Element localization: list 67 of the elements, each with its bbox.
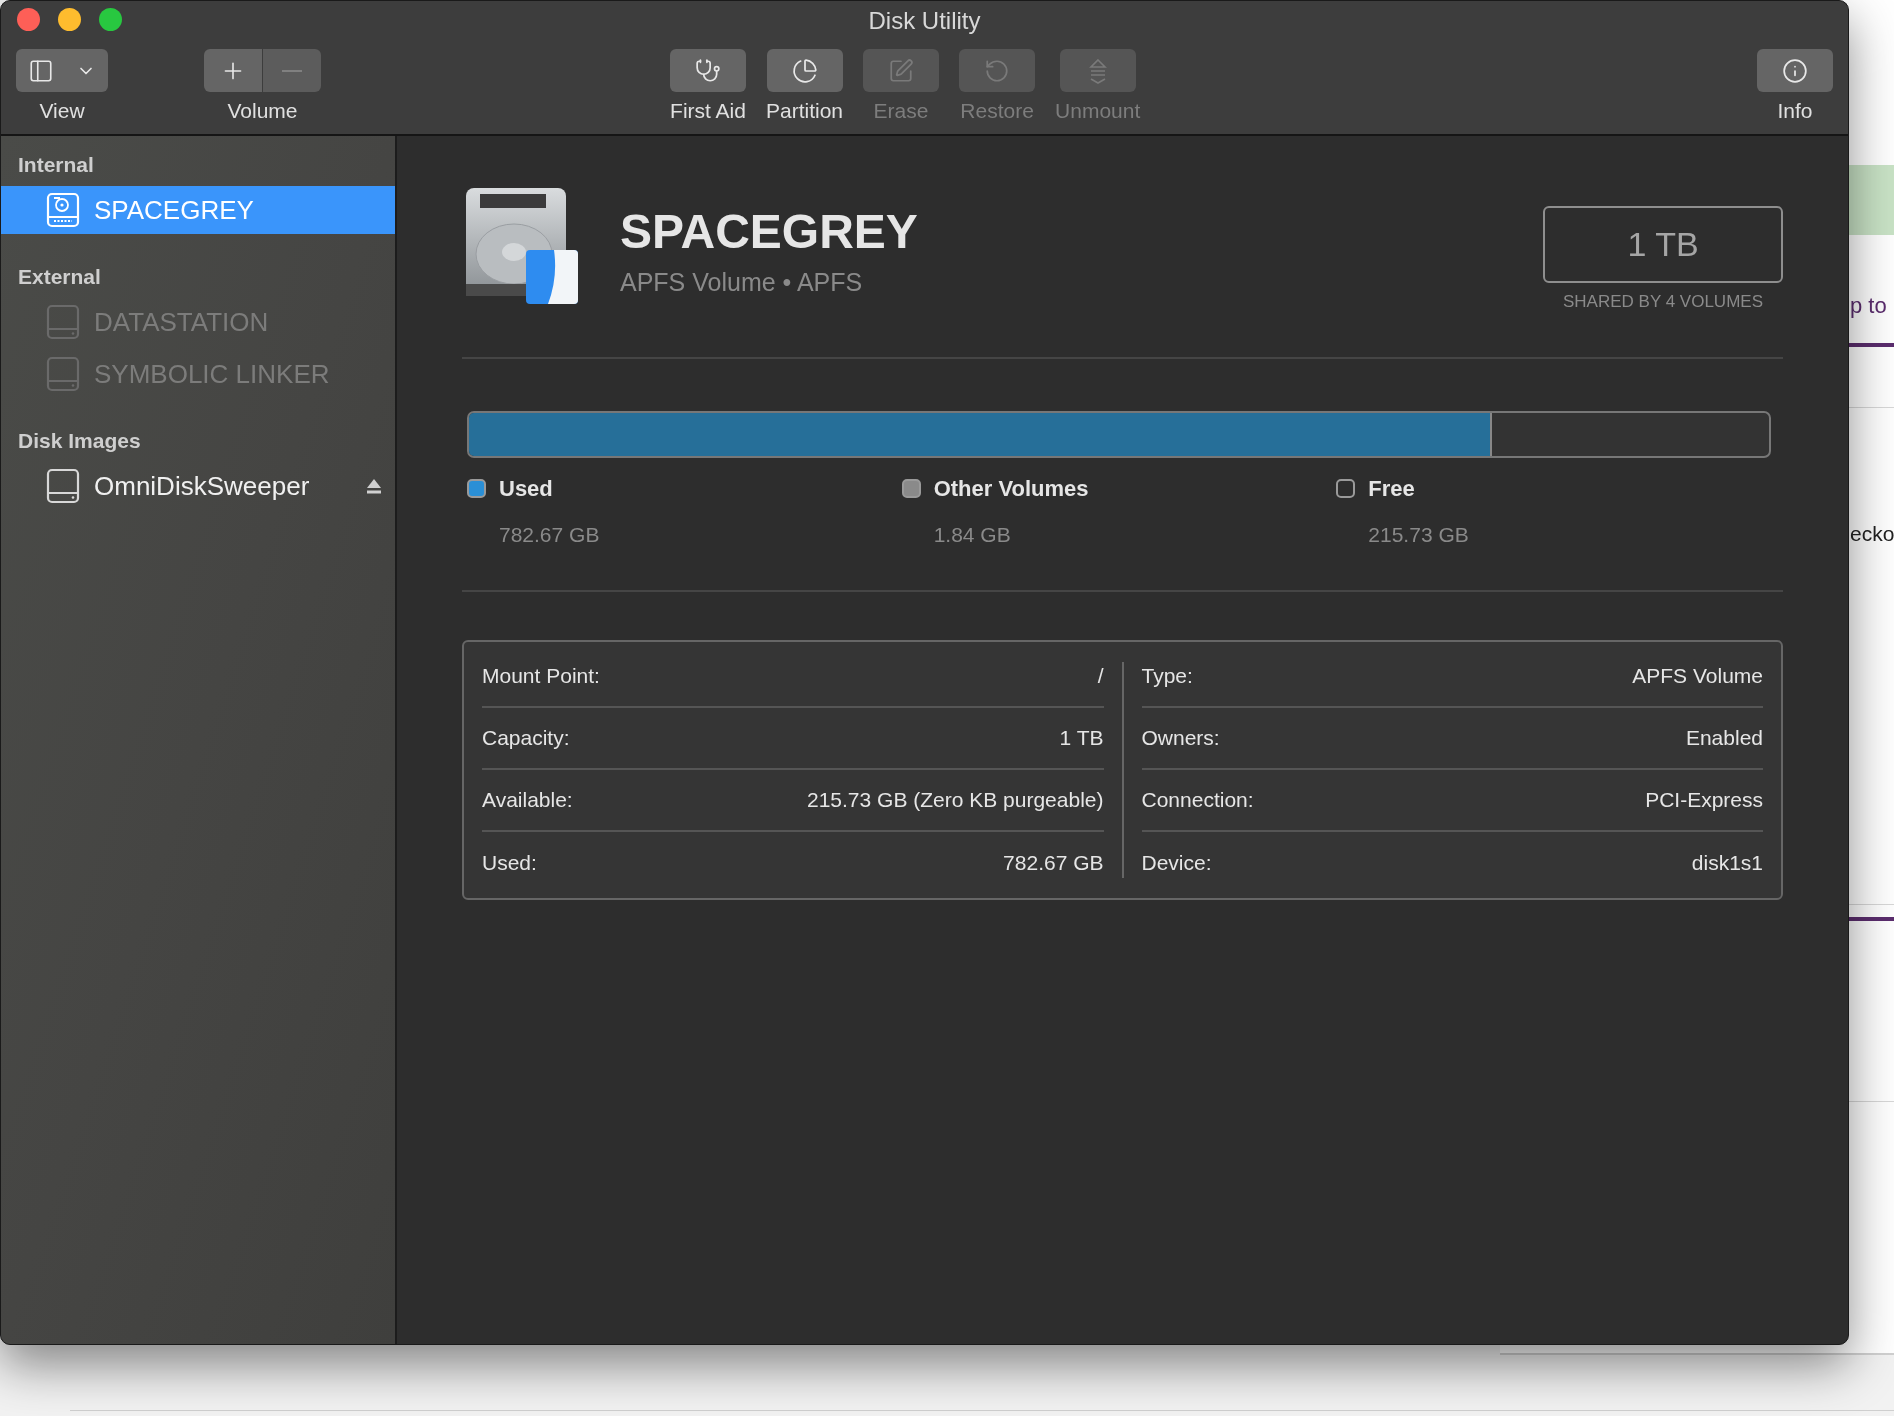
partition-button[interactable]	[766, 49, 843, 92]
drive-icon	[46, 468, 80, 504]
pie-chart-icon	[791, 57, 818, 84]
detail-label: Used:	[482, 850, 537, 877]
detail-label: Owners:	[1141, 725, 1220, 752]
eject-button[interactable]	[365, 477, 383, 495]
first-aid-button[interactable]	[670, 49, 746, 92]
close-button[interactable]	[17, 8, 40, 31]
window-title: Disk Utility	[868, 6, 981, 36]
sidebar-item[interactable]: DATASTATION	[1, 298, 395, 346]
toolbar-label: Info	[1777, 100, 1813, 121]
detail-value: disk1s1	[1691, 850, 1763, 877]
detail-label: Type:	[1141, 663, 1193, 690]
toolbar-label: Erase	[873, 100, 929, 121]
minimize-button[interactable]	[58, 8, 81, 31]
sidebar-item[interactable]: SPACEGREY	[1, 186, 395, 234]
sidebar-section-header: External	[17, 264, 102, 291]
detail-label: Device:	[1141, 850, 1212, 877]
sidebar-section-header: Disk Images	[17, 428, 142, 455]
drive-icon	[46, 356, 80, 392]
eject-icon	[365, 477, 383, 495]
edit-icon	[888, 57, 915, 84]
toolbar-label: View	[39, 100, 85, 121]
background-text: p to	[1850, 295, 1888, 317]
drive-icon	[46, 304, 80, 340]
toolbar-label: Unmount	[1055, 100, 1141, 121]
capacity-note: SHARED BY 4 VOLUMES	[1563, 291, 1763, 313]
sidebar-item[interactable]: OmniDiskSweeper	[1, 462, 395, 510]
toolbar-label: Restore	[960, 100, 1034, 121]
info-button[interactable]	[1757, 49, 1833, 92]
toolbar-label: First Aid	[670, 100, 746, 121]
detail-value: 1 TB	[1059, 725, 1104, 752]
sidebar-section-header: Internal	[17, 152, 95, 179]
minus-icon	[282, 69, 302, 72]
unmount-icon	[1087, 57, 1108, 84]
volume-subtitle: APFS Volume • APFS	[620, 267, 864, 298]
volume-name: SPACEGREY	[620, 208, 918, 256]
background-text: ecko	[1850, 523, 1894, 544]
detail-value: Enabled	[1685, 725, 1763, 752]
disk-name: SPACEGREY	[94, 193, 254, 227]
detail-value: 782.67 GB	[1003, 850, 1104, 877]
add-volume-button[interactable]	[204, 49, 262, 92]
zoom-button[interactable]	[99, 8, 122, 31]
info-icon	[1782, 57, 1808, 84]
detail-value: APFS Volume	[1632, 663, 1763, 690]
restore-icon	[984, 57, 1011, 84]
toolbar-label: Partition	[766, 100, 844, 121]
detail-value: /	[1097, 663, 1104, 690]
capacity-value: 1 TB	[1627, 224, 1699, 265]
legend-label: Used	[499, 474, 553, 503]
stethoscope-icon	[695, 57, 721, 84]
legend-label: Other Volumes	[933, 474, 1089, 503]
detail-label: Available:	[482, 787, 573, 814]
detail-value: PCI-Express	[1645, 787, 1763, 814]
legend-value: 1.84 GB	[933, 521, 1012, 548]
legend-value: 215.73 GB	[1368, 521, 1470, 548]
toolbar-label: Volume	[227, 100, 298, 121]
disk-name: OmniDiskSweeper	[94, 469, 310, 503]
sidebar-icon	[28, 57, 54, 84]
detail-label: Capacity:	[482, 725, 570, 752]
legend-value: 782.67 GB	[499, 521, 601, 548]
legend-label: Free	[1368, 474, 1415, 503]
detail-value: 215.73 GB (Zero KB purgeable)	[807, 787, 1104, 814]
detail-label: Mount Point:	[482, 663, 600, 690]
view-button[interactable]	[16, 49, 108, 92]
detail-label: Connection:	[1141, 787, 1254, 814]
disk-name: DATASTATION	[94, 305, 269, 339]
